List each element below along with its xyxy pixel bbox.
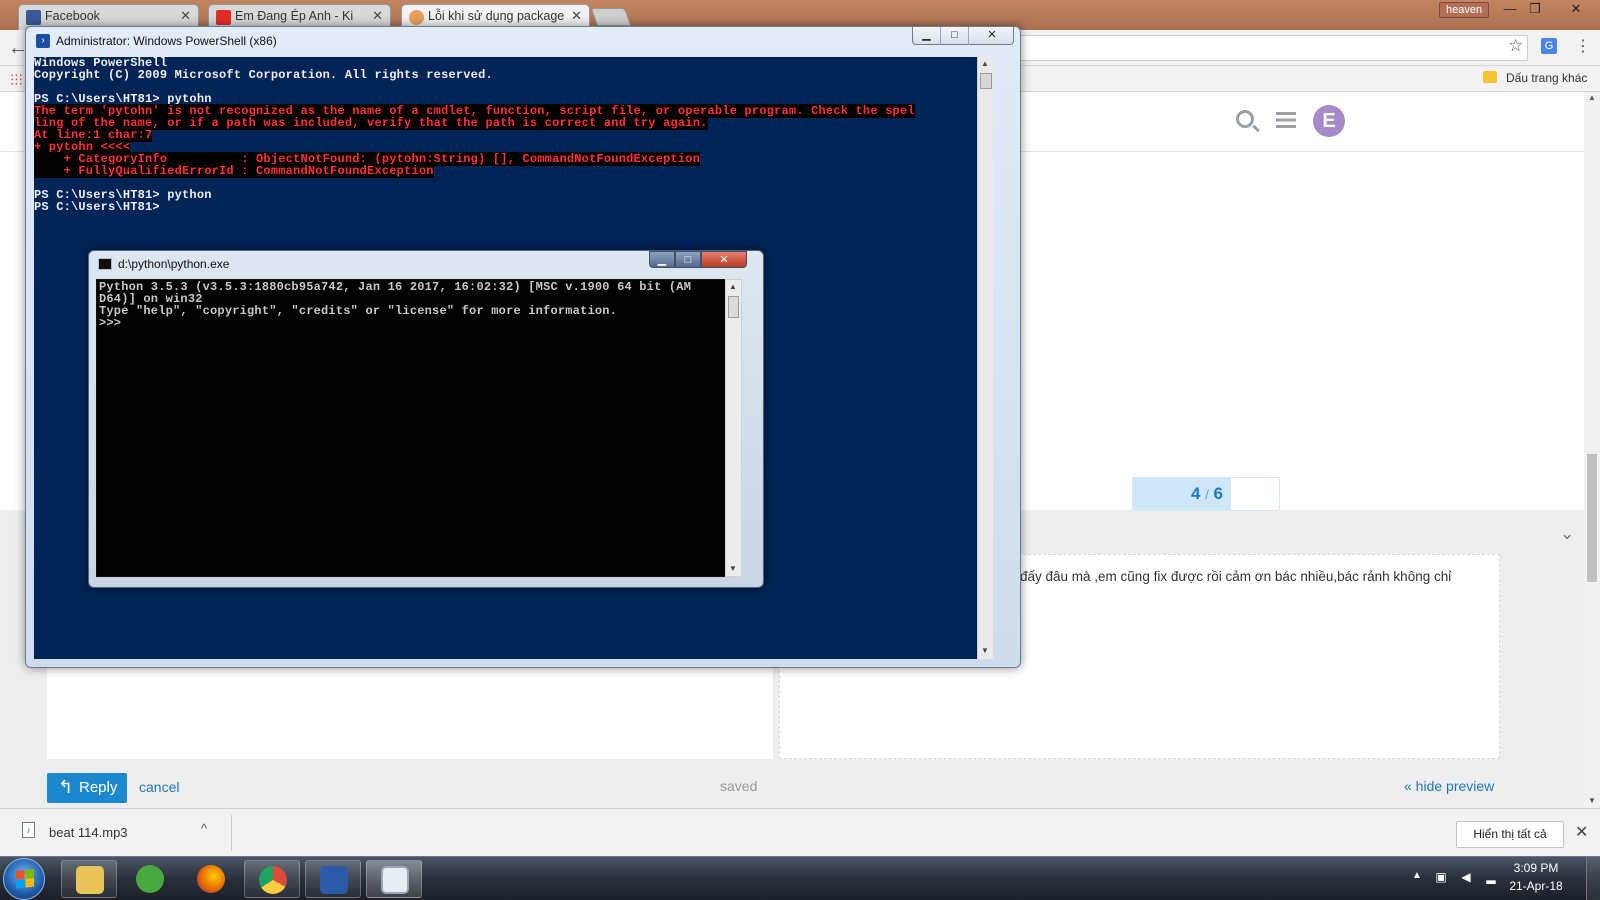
tab-label: Em Đang Ép Anh - Ki — [235, 9, 354, 23]
console-scrollbar[interactable]: ▲ ▼ — [977, 57, 993, 659]
hamburger-menu-icon[interactable] — [1276, 112, 1296, 128]
scroll-up-icon[interactable]: ▲ — [729, 282, 737, 291]
tab-label: Facebook — [45, 9, 100, 23]
firefox-icon — [197, 865, 225, 893]
download-filename[interactable]: beat 114.mp3 — [49, 825, 128, 840]
start-button[interactable] — [3, 858, 45, 900]
console-line: PS C:\Users\HT81> — [34, 200, 160, 214]
close-icon[interactable]: ✕ — [969, 27, 1015, 45]
window-title: d:\python\python.exe — [118, 257, 230, 271]
volume-icon[interactable]: ◀ — [1459, 870, 1473, 884]
downloads-bar: ♪ beat 114.mp3 ^ Hiển thị tất cả ✕ — [0, 808, 1600, 856]
python-console-window[interactable]: d:\python\python.exe ▁ □ ✕ Python 3.5.3 … — [88, 250, 764, 588]
windows-logo-icon — [16, 869, 34, 889]
folder-icon — [1483, 71, 1497, 83]
taskbar-python-console[interactable] — [366, 860, 422, 898]
console-icon — [98, 258, 112, 270]
window-controls: ▁ □ ✕ — [912, 27, 1014, 45]
reply-arrow-icon: ↰ — [58, 777, 74, 797]
menu-dots-icon[interactable]: ⋮ — [1575, 36, 1591, 56]
scroll-down-icon[interactable]: ▼ — [1588, 796, 1596, 805]
search-icon[interactable] — [1236, 110, 1254, 128]
minimize-icon[interactable]: ▁ — [913, 27, 941, 45]
taskbar-powershell[interactable] — [305, 860, 361, 898]
saved-status: saved — [720, 778, 758, 794]
scroll-thumb[interactable] — [1587, 454, 1597, 582]
preview-text: đấy đâu mà ,em cũng fix được rồi cảm ơn … — [1020, 569, 1452, 584]
scroll-up-icon[interactable]: ▲ — [1588, 93, 1596, 102]
taskbar-greenshot[interactable] — [122, 860, 178, 898]
translate-icon[interactable]: G — [1541, 38, 1557, 54]
page-scrollbar[interactable]: ▲ ▼ — [1584, 92, 1600, 808]
scroll-thumb[interactable] — [980, 73, 992, 89]
console-line: At line:1 char:7 — [34, 128, 977, 142]
forum-icon — [409, 10, 424, 25]
taskbar-chrome[interactable] — [244, 860, 300, 898]
powershell-icon: › — [36, 34, 50, 48]
console-line: >>> — [99, 316, 122, 330]
youtube-icon — [216, 10, 231, 25]
network-share-icon[interactable]: ▣ — [1434, 870, 1448, 884]
console-icon — [381, 866, 409, 894]
close-icon[interactable]: ✕ — [372, 8, 383, 24]
greenshot-icon — [136, 865, 164, 893]
taskbar-explorer[interactable] — [61, 860, 117, 898]
restore-icon[interactable]: ❐ — [1523, 1, 1547, 19]
chrome-icon — [259, 866, 287, 894]
window-controls: ▁ □ ✕ — [649, 251, 751, 269]
scroll-thumb[interactable] — [728, 296, 739, 318]
reply-button[interactable]: ↰ Reply — [47, 773, 127, 803]
console-line: PS C:\Users\HT81> python — [34, 188, 212, 202]
cancel-link[interactable]: cancel — [139, 779, 179, 795]
close-icon[interactable]: ✕ — [180, 8, 191, 24]
scroll-up-icon[interactable]: ▲ — [981, 59, 989, 68]
clock-date[interactable]: 21-Apr-18 — [1500, 879, 1572, 893]
console-line: ling of the name, or if a path was inclu… — [34, 116, 977, 130]
taskbar-firefox[interactable] — [183, 860, 239, 898]
chevron-down-icon[interactable]: ⌄ — [1560, 524, 1574, 544]
chevron-up-icon[interactable]: ^ — [201, 821, 207, 836]
show-hidden-icons-icon[interactable]: ▲ — [1412, 870, 1422, 881]
close-icon[interactable]: ✕ — [1564, 1, 1588, 19]
close-icon[interactable]: ✕ — [1575, 822, 1588, 842]
close-icon[interactable]: ✕ — [701, 251, 747, 268]
apps-grid-icon[interactable] — [10, 73, 23, 86]
maximize-icon[interactable]: □ — [941, 27, 969, 45]
clock-time[interactable]: 3:09 PM — [1500, 861, 1572, 875]
taskbar: ▲ ▣ ◀ ▂ 3:09 PM 21-Apr-18 — [0, 856, 1600, 900]
address-bar[interactable] — [1020, 35, 1528, 61]
scroll-down-icon[interactable]: ▼ — [981, 646, 989, 655]
console-line: Copyright (C) 2009 Microsoft Corporation… — [34, 68, 493, 82]
folder-icon — [76, 866, 104, 894]
audio-file-icon: ♪ — [22, 822, 35, 838]
console-line: Type "help", "copyright", "credits" or "… — [99, 304, 618, 318]
python-console[interactable]: Python 3.5.3 (v3.5.3:1880cb95a742, Jan 1… — [96, 279, 725, 577]
star-icon[interactable]: ☆ — [1508, 36, 1523, 56]
powershell-icon — [320, 866, 348, 894]
progress-label: 4 / 6 — [1190, 484, 1224, 503]
divider — [231, 815, 232, 851]
reply-button-label: Reply — [79, 779, 118, 796]
minimize-icon[interactable]: ▁ — [649, 251, 675, 268]
new-tab-button[interactable] — [590, 8, 632, 26]
console-line: + FullyQualifiedErrorId : CommandNotFoun… — [34, 164, 977, 178]
error-text: + FullyQualifiedErrorId : CommandNotFoun… — [34, 164, 434, 178]
show-desktop-button[interactable] — [1586, 857, 1600, 900]
close-icon[interactable]: ✕ — [571, 8, 582, 24]
show-all-downloads-button[interactable]: Hiển thị tất cả — [1456, 821, 1564, 848]
console-scrollbar[interactable]: ▲ ▼ — [725, 279, 742, 577]
minimize-icon[interactable]: — — [1498, 1, 1522, 19]
topic-progress[interactable]: 4 / 6 — [1132, 477, 1280, 511]
tab-label: Lỗi khi sử dụng package — [428, 9, 565, 23]
hide-preview-link[interactable]: « hide preview — [1404, 778, 1494, 794]
maximize-icon[interactable]: □ — [675, 251, 701, 268]
avatar[interactable]: E — [1313, 105, 1345, 137]
facebook-icon — [26, 10, 41, 25]
window-title: Administrator: Windows PowerShell (x86) — [56, 34, 277, 48]
profile-button[interactable]: heaven — [1439, 2, 1490, 18]
other-bookmarks-link[interactable]: Dấu trang khác — [1506, 71, 1587, 85]
scroll-down-icon[interactable]: ▼ — [729, 564, 737, 573]
signal-bars-icon[interactable]: ▂ — [1484, 870, 1498, 884]
